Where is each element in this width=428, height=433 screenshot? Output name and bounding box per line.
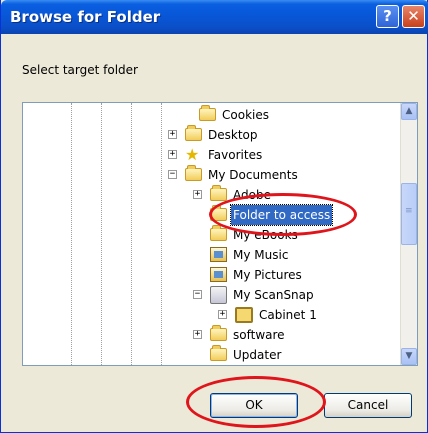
tree-item-label: software xyxy=(233,328,285,342)
ok-button[interactable]: OK xyxy=(210,393,298,418)
tree-item-adobe[interactable]: + Adobe xyxy=(23,185,398,205)
folder-icon xyxy=(185,165,202,181)
folder-icon xyxy=(185,125,202,141)
tree-item-my-scansnap[interactable]: − My ScanSnap xyxy=(23,285,398,305)
tree-item-software[interactable]: + software xyxy=(23,325,398,345)
window-title: Browse for Folder xyxy=(10,8,161,26)
scroll-up-button[interactable]: ▲ xyxy=(401,103,417,120)
star-folder-icon: ★ xyxy=(185,145,200,164)
tree-item-label: My Music xyxy=(233,248,289,262)
folder-icon xyxy=(210,345,227,361)
tree-item-my-documents[interactable]: − My Documents xyxy=(23,165,398,185)
tree-item-label: Updater xyxy=(233,348,282,362)
expand-icon[interactable]: + xyxy=(168,130,177,139)
browse-for-folder-dialog: Browse for Folder ? ✕ Select target fold… xyxy=(0,0,428,433)
scroll-thumb[interactable] xyxy=(401,183,417,245)
expand-icon[interactable]: + xyxy=(193,190,202,199)
tree-item-updater[interactable]: Updater xyxy=(23,345,398,365)
title-bar: Browse for Folder ? ✕ xyxy=(1,0,428,34)
tree-item-cookies[interactable]: Cookies xyxy=(23,105,398,125)
folder-icon xyxy=(199,105,216,121)
pictures-folder-icon xyxy=(210,267,227,282)
folder-icon xyxy=(210,205,227,221)
cabinet-icon xyxy=(235,307,253,323)
tree-item-label: Folder to access xyxy=(229,204,334,226)
tree-item-my-ebooks[interactable]: My eBooks xyxy=(23,225,398,245)
tree-item-label: Cabinet 1 xyxy=(259,308,317,322)
tree-item-folder-to-access[interactable]: Folder to access xyxy=(23,204,398,226)
collapse-icon[interactable]: − xyxy=(193,290,202,299)
folder-icon xyxy=(210,185,227,201)
tree-item-cabinet-1[interactable]: + Cabinet 1 xyxy=(23,305,398,325)
music-folder-icon xyxy=(210,247,227,262)
tree-item-label: My Pictures xyxy=(233,268,302,282)
scansnap-folder-icon xyxy=(210,286,227,304)
tree-item-favorites[interactable]: + ★ Favorites xyxy=(23,145,398,165)
tree-item-desktop[interactable]: + Desktop xyxy=(23,125,398,145)
scroll-down-button[interactable]: ▼ xyxy=(401,348,417,365)
tree-item-label: Cookies xyxy=(222,108,269,122)
tree-item-my-pictures[interactable]: My Pictures xyxy=(23,265,398,285)
expand-icon[interactable]: + xyxy=(218,310,227,319)
help-button[interactable]: ? xyxy=(376,5,399,28)
tree-item-label: My ScanSnap xyxy=(233,288,314,302)
collapse-icon[interactable]: − xyxy=(168,170,177,179)
dialog-prompt: Select target folder xyxy=(22,63,138,77)
folder-tree[interactable]: Cookies + Desktop + ★ Favorites − My Doc… xyxy=(22,102,418,366)
tree-item-label: My Documents xyxy=(208,168,298,182)
folder-icon xyxy=(210,225,227,241)
expand-icon[interactable]: + xyxy=(168,150,177,159)
tree-item-label: My eBooks xyxy=(233,228,298,242)
expand-icon[interactable]: + xyxy=(193,330,202,339)
tree-item-label: Adobe xyxy=(233,188,271,202)
tree-item-label: Desktop xyxy=(208,128,258,142)
folder-icon xyxy=(210,325,227,341)
tree-item-label: Favorites xyxy=(208,148,263,162)
cancel-button[interactable]: Cancel xyxy=(324,393,412,418)
vertical-scrollbar[interactable]: ▲ ▼ xyxy=(400,103,417,365)
close-button[interactable]: ✕ xyxy=(402,5,425,28)
tree-item-my-music[interactable]: My Music xyxy=(23,245,398,265)
